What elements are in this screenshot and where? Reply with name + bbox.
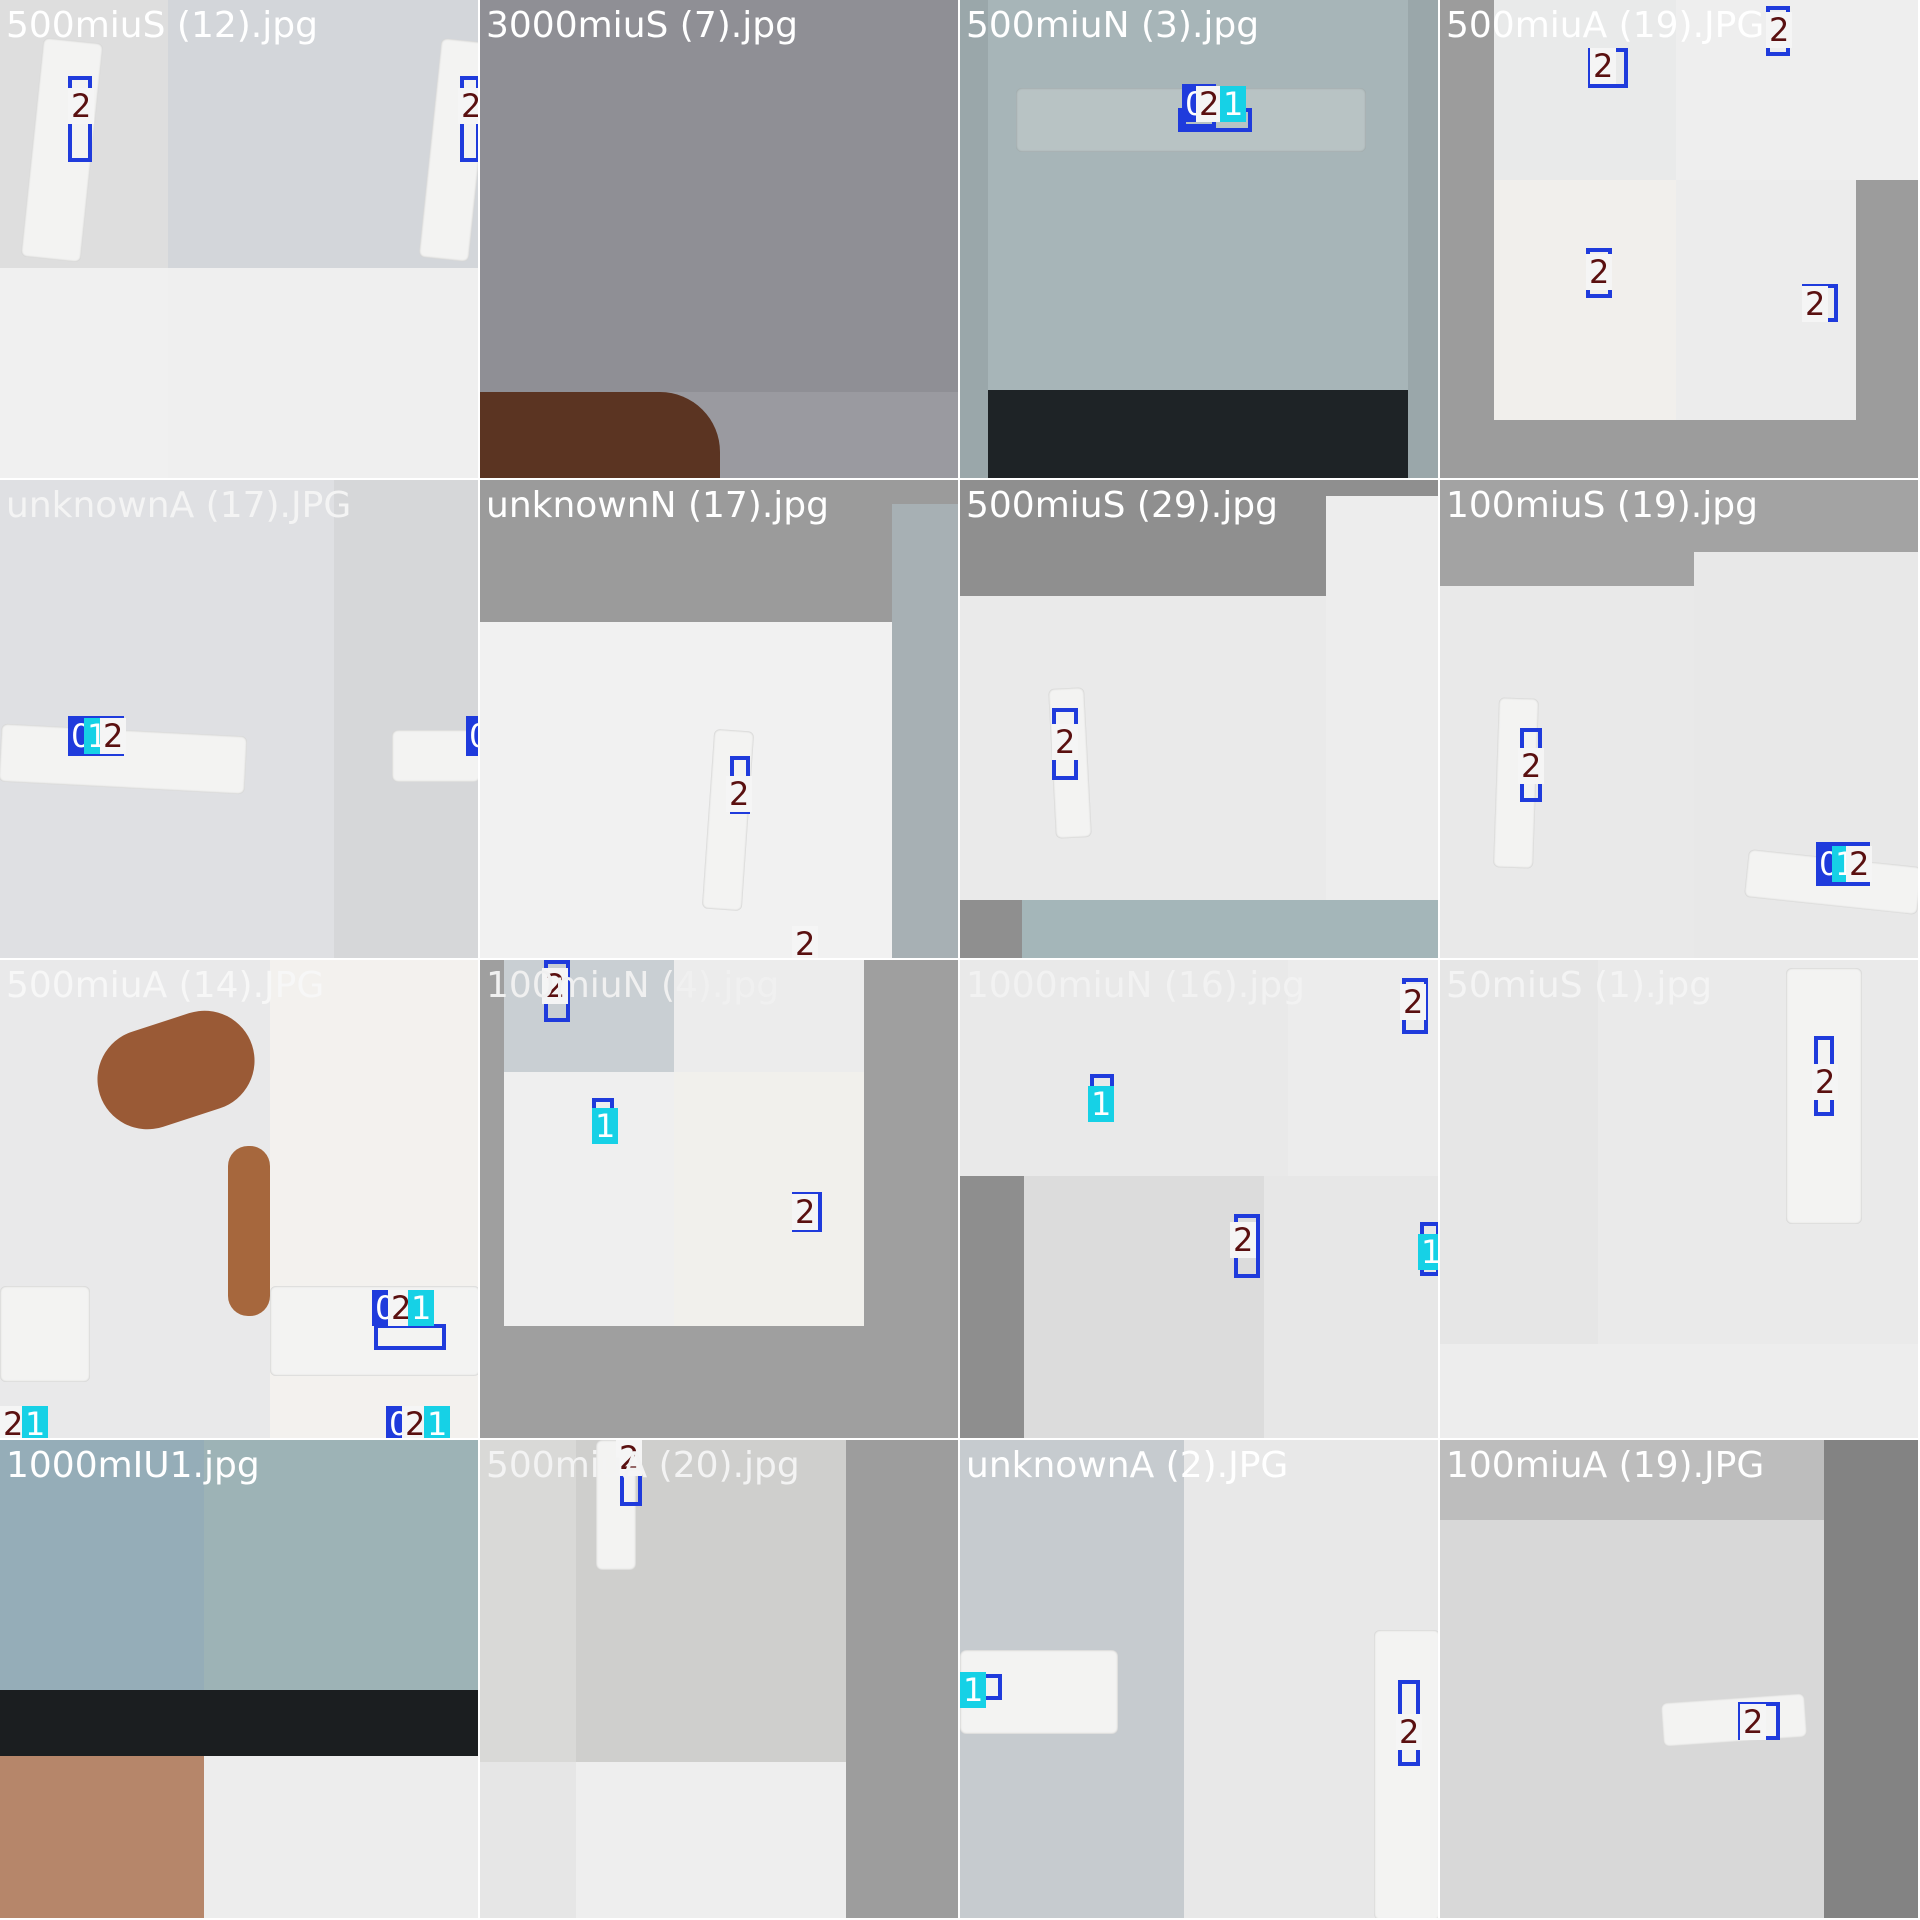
tile-10: 2 1 2 1 1000miuN (16).jpg: [960, 960, 1440, 1440]
photo-region: [1326, 496, 1438, 900]
tile-2: 0 2 1 500miuN (3).jpg: [960, 0, 1440, 480]
photo-region: [1264, 1176, 1438, 1438]
detection-label: 2: [458, 88, 478, 124]
tile-caption: 50miuS (1).jpg: [1446, 965, 1713, 1006]
photo-region: [988, 0, 1408, 390]
photo-region: [480, 1762, 576, 1918]
photo-region: [0, 268, 170, 478]
tile-caption: 500miuA (20).jpg: [486, 1445, 800, 1486]
tile-8: 0 2 1 2 1 0 2 1 500miuA (14).JPG: [0, 960, 480, 1440]
detection-label: 0: [466, 718, 478, 754]
detection-label: 2: [1196, 86, 1223, 122]
photo-region: [204, 1756, 478, 1918]
tile-caption: 100miuS (19).jpg: [1446, 485, 1758, 526]
detection-label: 2: [1766, 12, 1793, 48]
tile-caption: unknownN (17).jpg: [486, 485, 830, 526]
dark-region: [0, 1690, 478, 1756]
photo-region: [1440, 586, 1694, 958]
detection-label: 1: [1418, 1234, 1438, 1270]
detection-label: 2: [792, 1194, 819, 1230]
detection-label: 1: [960, 1672, 987, 1708]
hand-region: [480, 392, 720, 478]
finger-region: [228, 1146, 270, 1316]
detection-label: 2: [68, 88, 95, 124]
tile-6: 2 500miuS (29).jpg: [960, 480, 1440, 960]
tile-caption: unknownA (2).JPG: [966, 1445, 1289, 1486]
detection-label: 1: [408, 1290, 435, 1326]
tile-13: 2 500miuA (20).jpg: [480, 1440, 960, 1920]
detection-label: 2: [1802, 286, 1829, 322]
tile-1: 3000miuS (7).jpg: [480, 0, 960, 480]
tile-caption: unknownA (17).JPG: [6, 485, 352, 526]
photo-region: [1024, 1176, 1264, 1438]
photo-region: [576, 1762, 846, 1918]
photo-region: [1440, 960, 1598, 1344]
detection-label: 1: [22, 1406, 49, 1438]
detection-label: 2: [1518, 748, 1545, 784]
tile-caption: 500miuA (14).JPG: [6, 965, 325, 1006]
finger-region: [0, 1756, 204, 1918]
detection-label: 2: [1052, 724, 1079, 760]
tile-4: 0 1 2 0 unknownA (17).JPG: [0, 480, 480, 960]
test-strip: [1374, 1630, 1438, 1918]
tile-caption: 500miuN (3).jpg: [966, 5, 1260, 46]
detection-label: 2: [1590, 48, 1617, 84]
tile-12: 1000mIU1.jpg: [0, 1440, 480, 1920]
tile-caption: 100miuA (19).JPG: [1446, 1445, 1765, 1486]
tile-7: 2 0 1 2 100miuS (19).jpg: [1440, 480, 1920, 960]
detection-label: 1: [424, 1406, 451, 1438]
detection-label: 2: [726, 776, 753, 812]
detection-label: 1: [592, 1108, 619, 1144]
mosaic-grid: 2 2 500miuS (12).jpg 3000miuS (7).jpg 0 …: [0, 0, 1920, 1920]
photo-region: [960, 596, 1326, 900]
photo-region: [1824, 1440, 1918, 1918]
photo-region: [480, 622, 892, 958]
photo-region: [674, 1072, 864, 1326]
tile-9: 2 1 2 100miuN (4).jpg: [480, 960, 960, 1440]
tile-11: 2 50miuS (1).jpg: [1440, 960, 1920, 1440]
tile-15: 2 100miuA (19).JPG: [1440, 1440, 1920, 1920]
tile-caption: 500miuS (29).jpg: [966, 485, 1278, 526]
tile-caption: 500miuA (19).JPG: [1446, 5, 1765, 46]
detection-label: 2: [100, 718, 127, 754]
photo-region: [480, 0, 958, 392]
photo-region: [504, 1072, 674, 1326]
photo-region: [1022, 900, 1438, 958]
dark-region: [988, 390, 1408, 478]
detection-label: 2: [1396, 1714, 1423, 1750]
tile-caption: 100miuN (4).jpg: [486, 965, 780, 1006]
test-strip: [0, 1286, 90, 1382]
photo-region: [480, 1440, 576, 1762]
detection-label: 2: [1400, 984, 1427, 1020]
detection-label: 2: [792, 926, 819, 958]
tile-caption: 3000miuS (7).jpg: [486, 5, 798, 46]
detection-label: 2: [1586, 254, 1613, 290]
detection-label: 2: [1230, 1222, 1257, 1258]
detection-label: 2: [1846, 846, 1873, 882]
detection-label: 2: [1740, 1704, 1767, 1740]
tile-5: 2 2 unknownN (17).jpg: [480, 480, 960, 960]
detection-box-class-1: [374, 1324, 446, 1350]
tile-3: 2 2 2 2 500miuA (19).JPG: [1440, 0, 1920, 480]
tile-0: 2 2 500miuS (12).jpg: [0, 0, 480, 480]
photo-region: [334, 480, 478, 958]
tile-caption: 500miuS (12).jpg: [6, 5, 318, 46]
photo-region: [892, 504, 958, 958]
photo-region: [168, 268, 478, 478]
detection-label: 1: [1220, 86, 1247, 122]
tile-caption: 1000mIU1.jpg: [6, 1445, 260, 1486]
detection-label: 2: [1812, 1064, 1839, 1100]
tile-14: 1 2 unknownA (2).JPG: [960, 1440, 1440, 1920]
detection-label: 1: [1088, 1086, 1115, 1122]
photo-region: [1598, 960, 1918, 1344]
photo-region: [1494, 180, 1676, 420]
tile-caption: 1000miuN (16).jpg: [966, 965, 1305, 1006]
